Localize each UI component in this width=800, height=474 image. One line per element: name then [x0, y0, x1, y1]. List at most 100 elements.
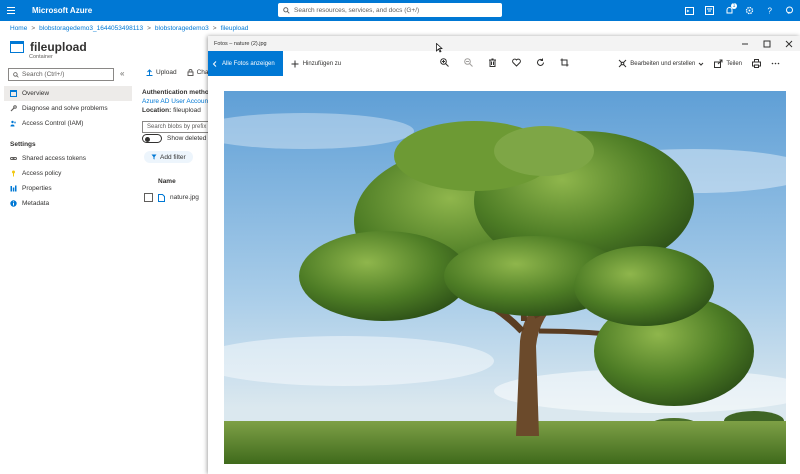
row-checkbox[interactable] — [144, 193, 153, 202]
zoom-out-icon[interactable] — [464, 58, 473, 67]
breadcrumb-resource-group[interactable]: blobstoragedemo3_1644053498113 — [39, 25, 143, 32]
notification-badge: 1 — [731, 2, 737, 9]
notifications-icon[interactable]: 1 — [724, 2, 737, 16]
plus-icon — [291, 60, 299, 67]
container-icon — [10, 90, 17, 97]
auth-method-heading: Authentication metho — [142, 89, 209, 96]
blob-search-placeholder: Search blobs by prefix — [147, 124, 207, 130]
upload-button[interactable]: Upload — [146, 69, 177, 76]
breadcrumb-storage-account[interactable]: blobstoragedemo3 — [155, 25, 209, 32]
nav-item-iam[interactable]: Access Control (IAM) — [4, 116, 132, 131]
add-filter-button[interactable]: Add filter — [144, 151, 193, 163]
add-to-label: Hinzufügen zu — [302, 60, 342, 67]
minimize-button[interactable] — [734, 36, 756, 51]
auth-info: Authentication metho Azure AD User Accou… — [142, 88, 210, 115]
show-deleted-toggle[interactable] — [142, 134, 162, 143]
feedback-icon[interactable] — [784, 6, 794, 16]
mouse-cursor-icon — [436, 43, 443, 53]
menu-icon[interactable] — [0, 7, 22, 14]
nav-item-metadata[interactable]: Metadata — [4, 196, 132, 211]
page-title: fileupload — [30, 40, 87, 54]
left-nav: Overview Diagnose and solve problems Acc… — [4, 86, 132, 211]
photos-window: Fotos – nature (2).jpg Alle Fotos anzeig… — [208, 36, 800, 474]
nav-item-label: Access Control (IAM) — [22, 120, 84, 127]
page-subtitle: Container — [29, 54, 53, 60]
maximize-button[interactable] — [756, 36, 778, 51]
breadcrumb-home[interactable]: Home — [10, 25, 27, 32]
nav-item-label: Shared access tokens — [22, 155, 86, 162]
add-filter-label: Add filter — [160, 153, 186, 161]
share-icon — [714, 59, 723, 68]
delete-icon[interactable] — [488, 58, 497, 67]
nav-search-input[interactable]: Search (Ctrl+/) — [8, 68, 114, 81]
auth-method-value[interactable]: Azure AD User Account — [142, 97, 210, 106]
nav-item-properties[interactable]: Properties — [4, 181, 132, 196]
photos-window-title: Fotos – nature (2).jpg — [214, 40, 267, 47]
azure-brand[interactable]: Microsoft Azure — [32, 6, 92, 15]
nav-item-diagnose[interactable]: Diagnose and solve problems — [4, 101, 132, 116]
print-icon[interactable] — [752, 59, 761, 68]
close-button[interactable] — [778, 36, 800, 51]
nature-photo — [224, 91, 786, 464]
search-icon — [13, 71, 19, 78]
table-row[interactable]: nature.jpg — [144, 193, 199, 202]
share-label: Teilen — [726, 60, 742, 67]
info-icon — [10, 200, 17, 207]
crop-icon[interactable] — [560, 58, 569, 67]
edit-create-button[interactable]: Bearbeiten und erstellen — [618, 59, 704, 68]
help-icon[interactable]: ? — [764, 6, 774, 16]
azure-top-bar: Microsoft Azure Search resources, servic… — [0, 0, 800, 21]
global-search-placeholder: Search resources, services, and docs (G+… — [294, 6, 420, 14]
chevron-down-icon — [698, 62, 704, 66]
location-value: fileupload — [173, 107, 201, 114]
container-toolbar: Upload Cha — [146, 69, 209, 76]
search-icon — [283, 6, 290, 14]
nav-item-shared-access-tokens[interactable]: Shared access tokens — [4, 151, 132, 166]
upload-label: Upload — [156, 69, 177, 76]
blob-name[interactable]: nature.jpg — [170, 194, 199, 201]
nav-item-access-policy[interactable]: Access policy — [4, 166, 132, 181]
nav-item-label: Metadata — [22, 200, 50, 207]
nav-item-label: Diagnose and solve problems — [22, 105, 108, 112]
link-icon — [10, 157, 17, 160]
change-label: Cha — [196, 69, 209, 76]
show-deleted-label: Show deleted — [167, 135, 207, 142]
directory-filter-icon[interactable] — [704, 6, 714, 16]
people-icon — [10, 120, 16, 127]
bars-icon — [10, 185, 17, 192]
collapse-nav-icon[interactable]: « — [120, 69, 124, 78]
lock-icon — [187, 69, 194, 76]
upload-icon — [146, 69, 153, 76]
settings-gear-icon[interactable] — [744, 6, 754, 16]
blob-search-input[interactable]: Search blobs by prefix — [142, 121, 210, 133]
add-to-button[interactable]: Hinzufügen zu — [291, 60, 341, 68]
edit-create-label: Bearbeiten und erstellen — [630, 60, 696, 67]
share-button[interactable]: Teilen — [714, 59, 742, 68]
photos-toolbar: Alle Fotos anzeigen Hinzufügen zu Bearbe… — [208, 51, 800, 76]
all-photos-button[interactable]: Alle Fotos anzeigen — [208, 51, 283, 76]
zoom-in-icon[interactable] — [440, 58, 449, 67]
breadcrumb: Home > blobstoragedemo3_1644053498113 > bl… — [10, 25, 249, 32]
breadcrumb-container[interactable]: fileupload — [221, 25, 249, 32]
column-header-name[interactable]: Name — [158, 178, 176, 185]
file-icon — [158, 193, 165, 202]
change-access-level-button[interactable]: Cha — [187, 69, 209, 76]
favorite-heart-icon[interactable] — [512, 58, 521, 67]
rotate-icon[interactable] — [536, 58, 545, 67]
nav-item-label: Properties — [22, 185, 52, 192]
more-options-icon[interactable] — [771, 59, 780, 68]
cloud-shell-icon[interactable] — [684, 6, 694, 16]
global-search-input[interactable]: Search resources, services, and docs (G+… — [278, 3, 502, 17]
location-label: Location: — [142, 107, 172, 114]
svg-text:?: ? — [767, 7, 772, 16]
nav-item-overview[interactable]: Overview — [4, 86, 132, 101]
nav-search-placeholder: Search (Ctrl+/) — [22, 71, 65, 78]
container-icon — [10, 41, 24, 53]
photos-title-bar: Fotos – nature (2).jpg — [208, 36, 800, 51]
nav-item-label: Overview — [22, 90, 50, 97]
key-icon — [12, 170, 15, 177]
all-photos-label: Alle Fotos anzeigen — [222, 60, 275, 67]
wrench-icon — [10, 105, 17, 112]
back-icon — [212, 60, 217, 67]
nav-item-label: Access policy — [22, 170, 62, 177]
